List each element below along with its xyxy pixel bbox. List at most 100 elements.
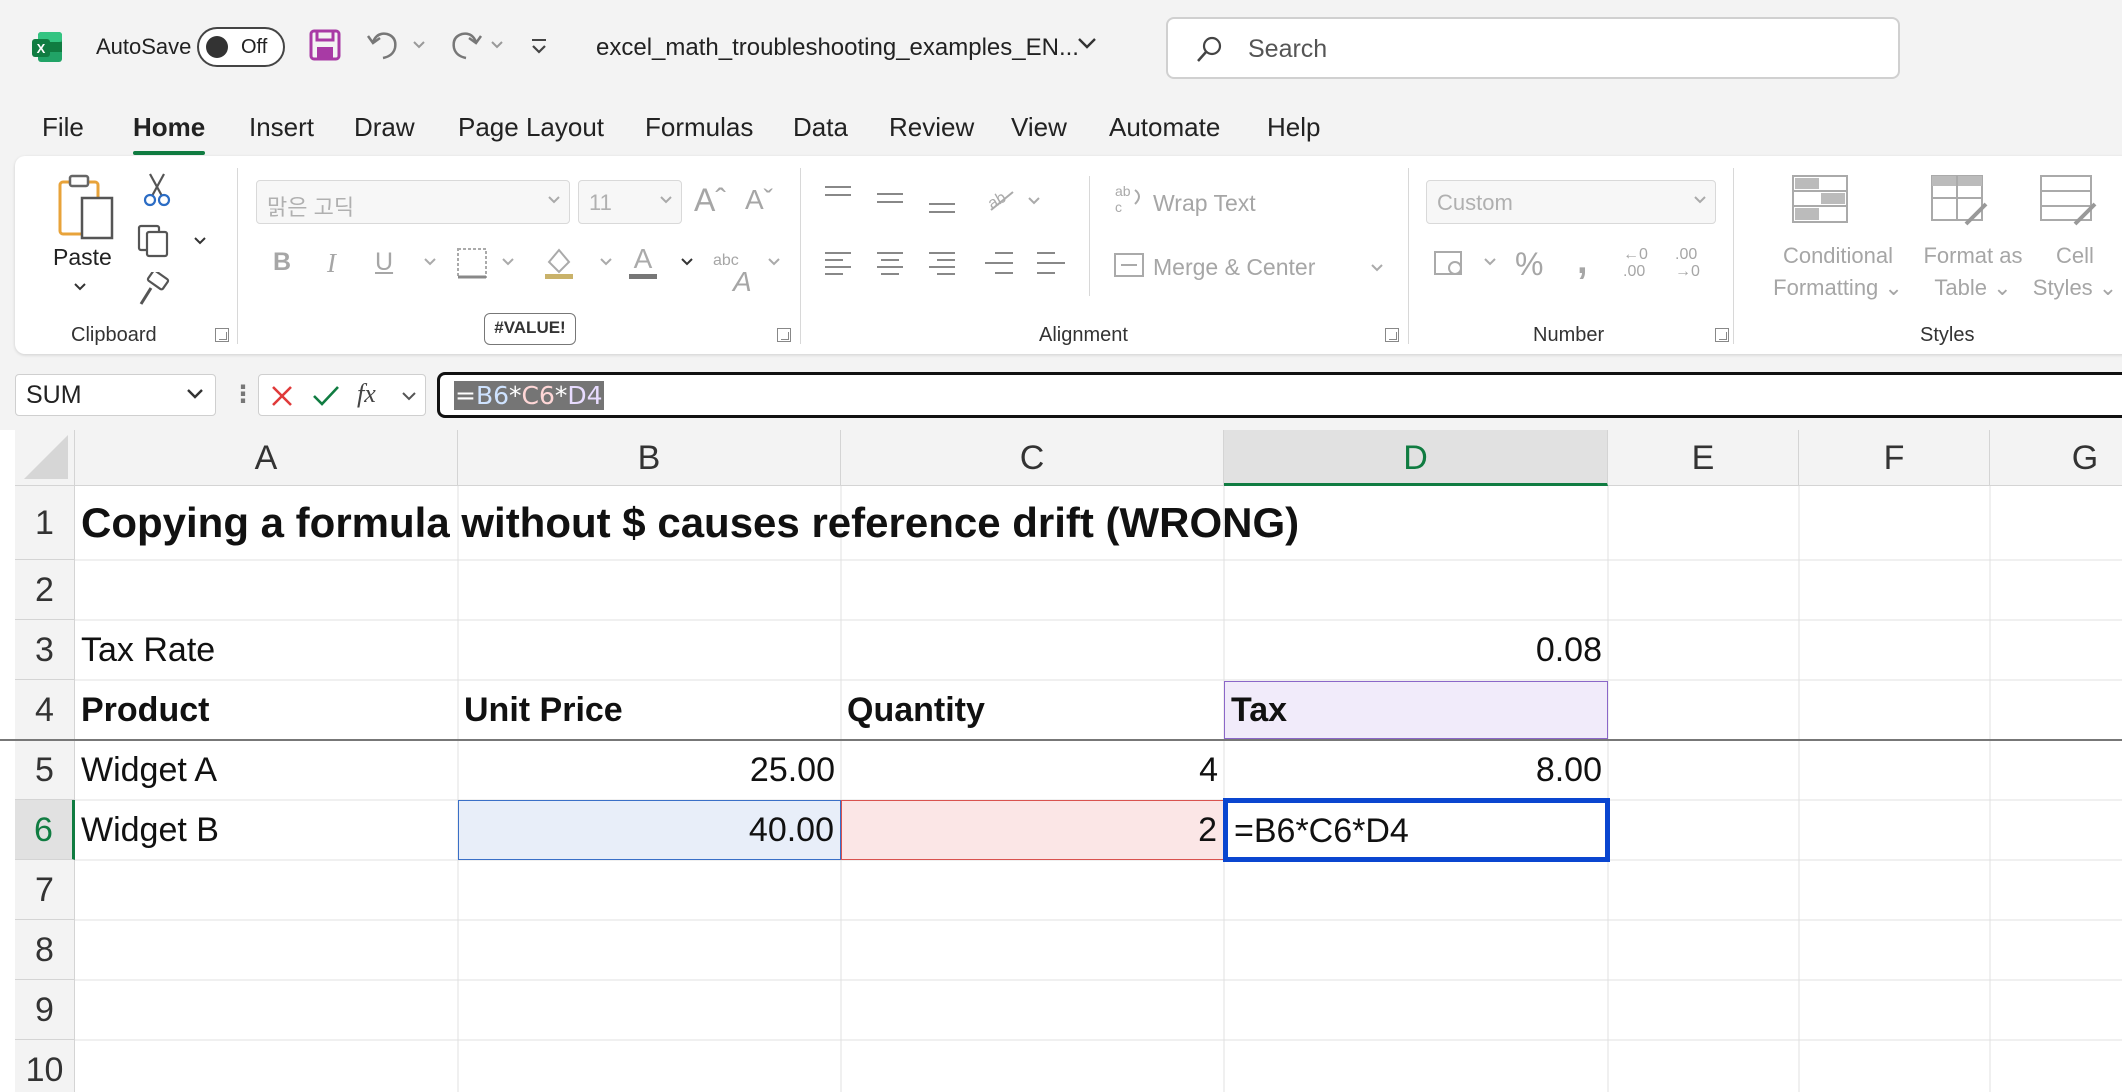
- tab-data[interactable]: Data: [793, 112, 848, 143]
- orientation-dropdown-chevron-icon[interactable]: [1027, 196, 1041, 206]
- column-header-c[interactable]: C: [841, 430, 1224, 486]
- alignment-launcher-icon[interactable]: [1385, 328, 1399, 342]
- cancel-icon[interactable]: [269, 383, 295, 409]
- borders-icon[interactable]: [455, 246, 489, 280]
- format-as-table-label[interactable]: Format as Table ⌄: [1903, 240, 2043, 304]
- row-header-8[interactable]: 8: [15, 920, 75, 980]
- column-header-d[interactable]: D: [1224, 430, 1608, 486]
- cell-b6[interactable]: 40.00: [458, 800, 841, 860]
- row-header-9[interactable]: 9: [15, 980, 75, 1040]
- decrease-decimal-icon[interactable]: .00 →0: [1675, 246, 1700, 280]
- undo-icon[interactable]: [365, 28, 405, 62]
- insert-function-icon[interactable]: fx: [357, 379, 376, 409]
- percent-style-icon[interactable]: %: [1515, 246, 1543, 283]
- cell-a1[interactable]: Copying a formula without $ causes refer…: [75, 486, 1305, 560]
- merge-dropdown-chevron-icon[interactable]: [1370, 263, 1384, 273]
- column-header-g[interactable]: G: [1990, 430, 2122, 486]
- autosave-toggle[interactable]: Off: [197, 27, 285, 67]
- align-center-icon[interactable]: [875, 248, 905, 278]
- paste-dropdown-chevron-icon[interactable]: [73, 282, 87, 292]
- more-options-icon[interactable]: ⋮: [231, 380, 255, 409]
- font-name-combo[interactable]: 맑은 고딕: [256, 180, 570, 224]
- increase-font-size-icon[interactable]: Aˆ: [694, 182, 726, 219]
- cell-d4[interactable]: Tax: [1224, 681, 1608, 739]
- row-header-4[interactable]: 4: [15, 680, 75, 740]
- fill-color-icon[interactable]: [541, 244, 577, 280]
- top-align-icon[interactable]: [823, 184, 853, 210]
- row-header-10[interactable]: 10: [15, 1040, 75, 1092]
- accounting-dropdown-chevron-icon[interactable]: [1483, 257, 1497, 267]
- underline-icon[interactable]: U: [375, 248, 393, 277]
- font-size-combo[interactable]: 11: [578, 180, 682, 224]
- italic-icon[interactable]: I: [327, 248, 336, 279]
- orientation-icon[interactable]: ab: [983, 182, 1019, 214]
- number-launcher-icon[interactable]: [1715, 328, 1729, 342]
- increase-indent-icon[interactable]: [1035, 248, 1067, 278]
- redo-icon[interactable]: [444, 28, 484, 62]
- tab-formulas[interactable]: Formulas: [645, 112, 753, 143]
- align-right-icon[interactable]: [927, 248, 957, 278]
- column-header-b[interactable]: B: [458, 430, 841, 486]
- conditional-formatting-label[interactable]: Conditional Formatting ⌄: [1753, 240, 1923, 304]
- tab-draw[interactable]: Draw: [354, 112, 415, 143]
- tab-file[interactable]: File: [42, 112, 84, 143]
- borders-dropdown-chevron-icon[interactable]: [501, 257, 515, 267]
- cell-a4[interactable]: Product: [75, 680, 458, 740]
- merge-center-label[interactable]: Merge & Center: [1153, 254, 1315, 281]
- number-format-combo[interactable]: Custom: [1426, 180, 1716, 224]
- save-icon[interactable]: [308, 28, 342, 62]
- copy-dropdown-chevron-icon[interactable]: [193, 236, 207, 246]
- middle-align-icon[interactable]: [875, 186, 905, 212]
- cell-a6[interactable]: Widget B: [75, 800, 458, 860]
- bottom-align-icon[interactable]: [927, 190, 957, 216]
- row-header-6[interactable]: 6: [15, 800, 75, 860]
- cell-d3[interactable]: 0.08: [1224, 620, 1608, 680]
- increase-decimal-icon[interactable]: ←0.00: [1623, 246, 1648, 280]
- decrease-font-size-icon[interactable]: Aˇ: [745, 184, 773, 216]
- row-header-1[interactable]: 1: [15, 486, 75, 560]
- merge-center-icon[interactable]: [1113, 250, 1145, 280]
- bold-icon[interactable]: B: [273, 248, 291, 277]
- font-color-icon[interactable]: A: [625, 242, 661, 282]
- customize-toolbar-icon[interactable]: [528, 36, 550, 58]
- tab-automate[interactable]: Automate: [1109, 112, 1220, 143]
- row-header-7[interactable]: 7: [15, 860, 75, 920]
- column-header-a[interactable]: A: [75, 430, 458, 486]
- tab-home[interactable]: Home: [133, 112, 206, 155]
- file-name-chevron-down-icon[interactable]: [1076, 36, 1098, 52]
- cell-b4[interactable]: Unit Price: [458, 680, 841, 740]
- cell-styles-icon[interactable]: [2039, 174, 2097, 228]
- row-header-2[interactable]: 2: [15, 560, 75, 620]
- decrease-indent-icon[interactable]: [983, 248, 1015, 278]
- cell-b5[interactable]: 25.00: [458, 740, 841, 800]
- row-header-5[interactable]: 5: [15, 740, 75, 800]
- format-as-table-icon[interactable]: [1930, 174, 1988, 228]
- column-header-e[interactable]: E: [1608, 430, 1799, 486]
- clipboard-launcher-icon[interactable]: [215, 328, 229, 342]
- paste-label[interactable]: Paste: [53, 244, 112, 271]
- undo-dropdown-chevron-icon[interactable]: [412, 40, 426, 50]
- row-header-3[interactable]: 3: [15, 620, 75, 680]
- wrap-text-label[interactable]: Wrap Text: [1153, 190, 1256, 217]
- fx-dropdown-chevron-icon[interactable]: [401, 391, 417, 403]
- underline-dropdown-chevron-icon[interactable]: [423, 257, 437, 267]
- format-painter-icon[interactable]: [135, 272, 171, 308]
- paste-icon[interactable]: [54, 172, 116, 242]
- cell-d5[interactable]: 8.00: [1224, 740, 1608, 800]
- cell-d6-active[interactable]: =B6*C6*D4: [1223, 798, 1610, 862]
- cell-c4[interactable]: Quantity: [841, 680, 1224, 740]
- font-color-dropdown-chevron-icon[interactable]: [680, 257, 694, 267]
- wrap-text-icon[interactable]: abc: [1113, 182, 1145, 216]
- phonetic-dropdown-chevron-icon[interactable]: [767, 257, 781, 267]
- tab-help[interactable]: Help: [1267, 112, 1320, 143]
- column-header-f[interactable]: F: [1799, 430, 1990, 486]
- file-name[interactable]: excel_math_troubleshooting_examples_EN..…: [596, 34, 1079, 62]
- tab-review[interactable]: Review: [889, 112, 974, 143]
- cut-icon[interactable]: [140, 172, 174, 208]
- comma-style-icon[interactable]: ,: [1577, 240, 1588, 283]
- select-all-button[interactable]: [15, 430, 75, 486]
- align-left-icon[interactable]: [823, 248, 853, 278]
- copy-icon[interactable]: [135, 222, 171, 258]
- name-box[interactable]: SUM: [15, 374, 216, 416]
- cell-c6[interactable]: 2: [841, 800, 1224, 860]
